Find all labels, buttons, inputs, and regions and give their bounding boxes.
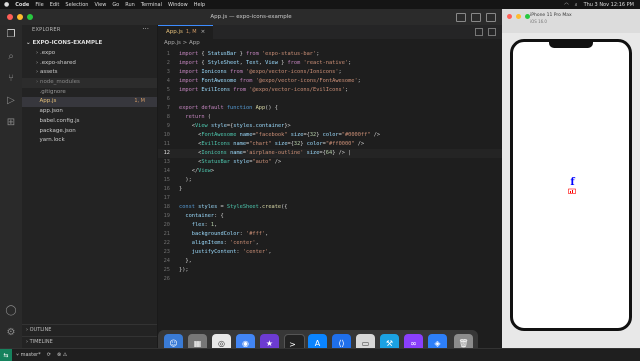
breadcrumb[interactable]: App.js > App [164,40,200,46]
toggle-panel-icon[interactable] [471,13,481,22]
wifi-icon[interactable]: ◠ [564,2,568,8]
editor-more-icon[interactable] [488,28,496,36]
menu-terminal[interactable]: Terminal [141,2,162,8]
settings-gear-icon[interactable]: ⚙ [5,327,17,339]
facebook-icon: f [570,177,575,188]
menu-run[interactable]: Run [125,2,135,8]
simulator-device-name: iPhone 11 Pro Max [530,13,572,18]
toggle-sidebar-icon[interactable] [456,13,466,22]
more-actions-icon[interactable]: ··· [142,25,149,33]
menu-edit[interactable]: Edit [50,2,60,8]
menu-view[interactable]: View [94,2,106,8]
search-icon[interactable]: ⌕ [5,51,17,63]
sync-icon[interactable]: ⟳ [47,352,51,358]
chart-icon [568,188,576,194]
project-name: EXPO-ICONS-EXAMPLE [32,40,103,46]
tree-item-app-json[interactable]: app.json [22,107,157,117]
tree-item-yarn-lock[interactable]: yarn.lock [22,136,157,146]
tree-item-babel-config[interactable]: babel.config.js [22,117,157,127]
activity-bar: ❐ ⌕ ⑂ ▷ ⊞ ◯ ⚙ [0,25,22,348]
editor-area: App.js 1, M × App.js > App 1 import { Statu… [158,25,502,348]
menu-go[interactable]: Go [112,2,119,8]
project-folder[interactable]: ⌄ EXPO-ICONS-EXAMPLE [26,40,102,46]
layout-icon[interactable] [486,13,496,22]
tree-item-expo[interactable]: › .expo [22,49,157,59]
run-debug-icon[interactable]: ▷ [5,95,17,107]
status-bar: ⇆ ⑂ master* ⟳ ⊗ ⚠ [0,348,640,361]
close-tab-icon[interactable]: × [201,29,206,35]
remote-indicator-icon[interactable]: ⇆ [0,349,12,361]
tree-item-node-modules[interactable]: › node_modules [22,78,157,88]
menu-selection[interactable]: Selection [65,2,88,8]
file-tree: › .expo › .expo-shared › assets › node_m… [22,49,157,146]
menu-bar: ● Code File Edit Selection View Go Run T… [0,0,640,9]
close-simulator-button[interactable] [507,14,512,19]
simulator-titlebar: iPhone 11 Pro Max iOS 16.0 [502,9,640,33]
tree-item-app-js[interactable]: App.js 1, M [22,97,157,108]
menu-help[interactable]: Help [194,2,205,8]
tab-app-js[interactable]: App.js 1, M × [158,25,214,40]
menu-code[interactable]: Code [15,2,29,8]
code-editor[interactable]: 1 import { StatusBar } from 'expo-status-… [158,50,502,284]
split-editor-icon[interactable] [475,28,483,36]
tree-item-expo-shared[interactable]: › .expo-shared [22,59,157,69]
problems-indicator[interactable]: ⊗ ⚠ [57,352,67,358]
minimize-simulator-button[interactable] [516,14,521,19]
menubar-datetime[interactable]: Thu 3 Nov 12:16 PM [584,2,634,8]
window-titlebar: App.js — expo-icons-example [0,9,502,26]
files-icon[interactable]: ❐ [5,29,17,41]
tree-item-gitignore[interactable]: .gitignore [22,88,157,98]
window-title: App.js — expo-icons-example [210,14,292,20]
timeline-section[interactable]: › TIMELINE [22,336,157,348]
account-icon[interactable]: ◯ [5,305,17,317]
ios-simulator: iPhone 11 Pro Max iOS 16.0 f [502,9,640,351]
apple-icon[interactable]: ● [4,1,9,8]
menu-window[interactable]: Window [168,2,188,8]
explorer-header: EXPLORER [32,27,61,33]
search-icon[interactable]: ⌕ [575,2,578,8]
tree-item-assets[interactable]: › assets [22,68,157,78]
editor-tabs: App.js 1, M × [158,25,502,40]
outline-section[interactable]: › OUTLINE [22,324,157,336]
file-status-badge: 1, M [134,98,145,105]
menu-file[interactable]: File [35,2,43,8]
phone-screen[interactable]: f [510,39,632,331]
phone-notch [549,42,593,48]
git-branch[interactable]: ⑂ master* [16,352,41,358]
source-control-icon[interactable]: ⑂ [5,73,17,85]
explorer-sidebar: EXPLORER ··· ⌄ EXPO-ICONS-EXAMPLE › .exp… [22,25,158,348]
tree-item-package-json[interactable]: package.json [22,127,157,137]
simulator-os-version: iOS 16.0 [530,19,547,24]
extensions-icon[interactable]: ⊞ [5,117,17,129]
